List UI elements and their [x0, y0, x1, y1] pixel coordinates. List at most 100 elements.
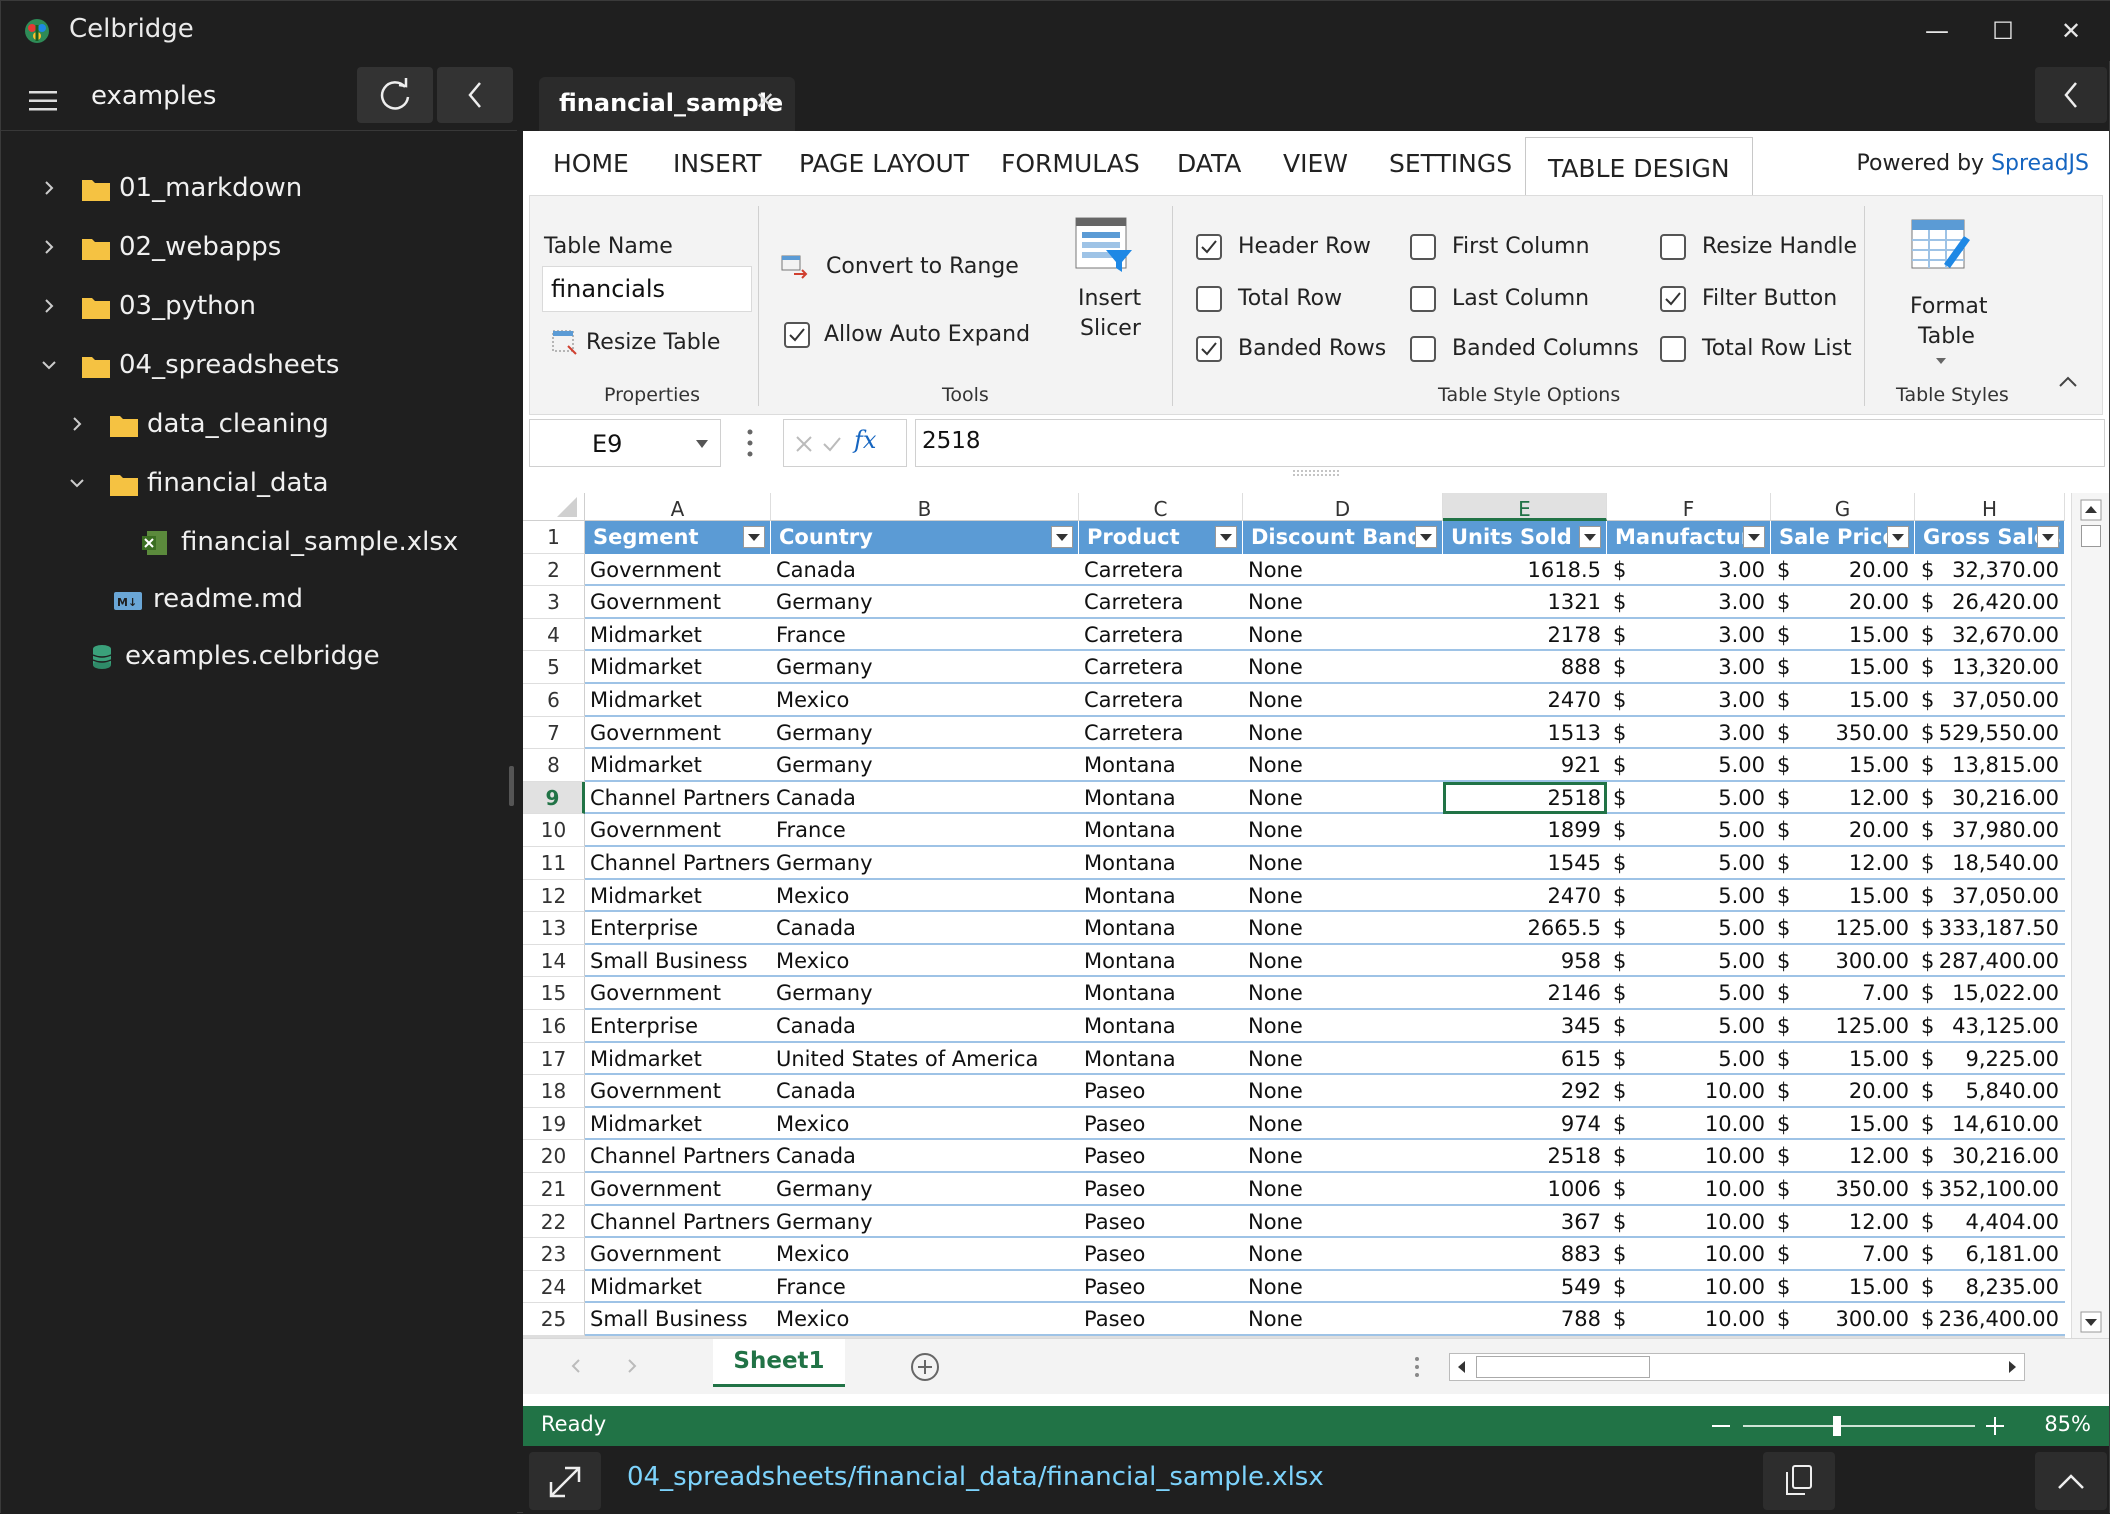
table-cell[interactable]: $37,050.00 [1915, 684, 2065, 717]
table-cell[interactable]: $5.00 [1607, 814, 1771, 847]
table-cell[interactable]: $12.00 [1771, 847, 1915, 880]
table-cell[interactable]: $26,420.00 [1915, 586, 2065, 619]
table-cell[interactable]: 367 [1443, 1206, 1607, 1239]
table-cell[interactable]: Montana [1079, 1010, 1243, 1043]
tab-insert[interactable]: INSERT [673, 149, 762, 178]
collapse-footer-button[interactable] [2035, 1452, 2107, 1510]
table-cell[interactable]: 921 [1443, 749, 1607, 782]
table-cell[interactable]: Paseo [1079, 1173, 1243, 1206]
table-cell[interactable]: None [1243, 1043, 1443, 1076]
table-cell[interactable]: $5.00 [1607, 749, 1771, 782]
table-cell[interactable]: Government [585, 586, 771, 619]
table-cell[interactable]: $14,610.00 [1915, 1108, 2065, 1141]
table-cell[interactable]: Germany [771, 749, 1079, 782]
select-all-corner[interactable] [523, 493, 585, 521]
row-header[interactable]: 12 [523, 879, 585, 913]
tree-item-03-python[interactable]: 03_python [1, 279, 517, 335]
table-cell[interactable]: Channel Partners [585, 782, 771, 815]
table-cell[interactable]: 1006 [1443, 1173, 1607, 1206]
row-header[interactable]: 5 [523, 651, 585, 684]
table-cell[interactable]: Mexico [771, 880, 1079, 913]
table-cell[interactable]: 1545 [1443, 847, 1607, 880]
table-cell[interactable]: $6,181.00 [1915, 1238, 2065, 1271]
table-cell[interactable]: Montana [1079, 847, 1243, 880]
tree-item-examples-celbridge[interactable]: examples.celbridge [1, 629, 517, 685]
table-cell[interactable]: Paseo [1079, 1238, 1243, 1271]
format-table-label-line2[interactable]: Table [1918, 324, 1975, 349]
table-cell[interactable]: None [1243, 977, 1443, 1010]
table-cell[interactable]: None [1243, 1140, 1443, 1173]
row-header[interactable]: 18 [523, 1075, 585, 1108]
table-cell[interactable]: Paseo [1079, 1108, 1243, 1141]
sheet-tab-sheet1[interactable]: Sheet1 [713, 1339, 845, 1387]
row-header[interactable]: 11 [523, 847, 585, 880]
table-cell[interactable]: Paseo [1079, 1206, 1243, 1239]
table-cell[interactable]: France [771, 1271, 1079, 1304]
table-cell[interactable]: 1899 [1443, 814, 1607, 847]
table-cell[interactable]: Montana [1079, 749, 1243, 782]
table-cell[interactable]: Midmarket [585, 1043, 771, 1076]
table-cell[interactable]: $30,216.00 [1915, 782, 2065, 815]
table-cell[interactable]: $15.00 [1771, 880, 1915, 913]
table-cell[interactable]: Montana [1079, 814, 1243, 847]
tab-settings[interactable]: SETTINGS [1389, 149, 1512, 178]
filter-dropdown-button[interactable] [2037, 526, 2059, 548]
table-cell[interactable]: Canada [771, 782, 1079, 815]
table-cell[interactable]: Paseo [1079, 1140, 1243, 1173]
table-cell[interactable]: $37,980.00 [1915, 814, 2065, 847]
table-cell[interactable]: 345 [1443, 1010, 1607, 1043]
row-header[interactable]: 14 [523, 944, 585, 978]
table-cell[interactable]: 2518 [1443, 1140, 1607, 1173]
table-cell[interactable]: $8,235.00 [1915, 1271, 2065, 1304]
table-cell[interactable]: Germany [771, 1173, 1079, 1206]
scroll-right-icon[interactable] [2002, 1357, 2022, 1377]
spreadsheet-grid[interactable]: A B C D E F G H 1 2 3 4 5 6 7 8 9 10 11 12 13 14 15 16 17 18 19 20 2… [523, 493, 2071, 1338]
table-cell[interactable]: $5.00 [1607, 945, 1771, 978]
table-cell[interactable]: None [1243, 945, 1443, 978]
close-button[interactable]: ✕ [2041, 9, 2101, 53]
collapse-panel-button[interactable] [2035, 67, 2107, 123]
tree-item-01-markdown[interactable]: 01_markdown [1, 161, 517, 217]
table-cell[interactable]: Midmarket [585, 684, 771, 717]
scroll-down-icon[interactable] [2080, 1311, 2102, 1333]
row-header[interactable]: 8 [523, 749, 585, 782]
table-cell[interactable]: Canada [771, 554, 1079, 587]
table-cell[interactable]: Paseo [1079, 1303, 1243, 1336]
banded-rows-checkbox[interactable] [1196, 336, 1222, 362]
tree-item-04-spreadsheets[interactable]: 04_spreadsheets [1, 338, 517, 394]
table-cell[interactable]: $20.00 [1771, 814, 1915, 847]
table-cell[interactable]: $10.00 [1607, 1271, 1771, 1304]
table-cell[interactable]: Germany [771, 717, 1079, 750]
table-cell[interactable]: 292 [1443, 1075, 1607, 1108]
table-cell[interactable]: $13,815.00 [1915, 749, 2065, 782]
table-cell[interactable]: $9,225.00 [1915, 1043, 2065, 1076]
table-cell[interactable]: $10.00 [1607, 1206, 1771, 1239]
table-cell[interactable]: 883 [1443, 1238, 1607, 1271]
filter-dropdown-button[interactable] [1579, 526, 1601, 548]
table-cell[interactable]: None [1243, 1010, 1443, 1043]
filter-dropdown-button[interactable] [1415, 526, 1437, 548]
cancel-edit-icon[interactable] [794, 434, 814, 454]
table-cell[interactable]: 615 [1443, 1043, 1607, 1076]
table-cell[interactable]: $125.00 [1771, 1010, 1915, 1043]
table-cell[interactable]: France [771, 814, 1079, 847]
table-cell[interactable]: Midmarket [585, 880, 771, 913]
total-row-list-checkbox[interactable] [1660, 336, 1686, 362]
scroll-left-icon[interactable] [1452, 1357, 1472, 1377]
table-cell[interactable]: Germany [771, 847, 1079, 880]
tab-page-layout[interactable]: PAGE LAYOUT [799, 149, 969, 178]
table-cell[interactable]: $5.00 [1607, 782, 1771, 815]
column-header-b[interactable]: B [771, 493, 1079, 521]
tree-item-financial-sample-xlsx[interactable]: financial_sample.xlsx [1, 515, 517, 571]
minimize-button[interactable]: — [1907, 9, 1967, 53]
table-cell[interactable]: France [771, 619, 1079, 652]
table-cell[interactable]: $4,404.00 [1915, 1206, 2065, 1239]
table-header-cell[interactable]: Country [771, 521, 1079, 554]
table-cell[interactable]: $3.00 [1607, 651, 1771, 684]
table-cell[interactable]: Paseo [1079, 1271, 1243, 1304]
table-cell[interactable]: None [1243, 1238, 1443, 1271]
table-cell[interactable]: 974 [1443, 1108, 1607, 1141]
vertical-scroll-thumb[interactable] [2081, 525, 2101, 547]
table-cell[interactable]: Mexico [771, 1303, 1079, 1336]
zoom-in-icon[interactable] [1983, 1414, 2007, 1438]
